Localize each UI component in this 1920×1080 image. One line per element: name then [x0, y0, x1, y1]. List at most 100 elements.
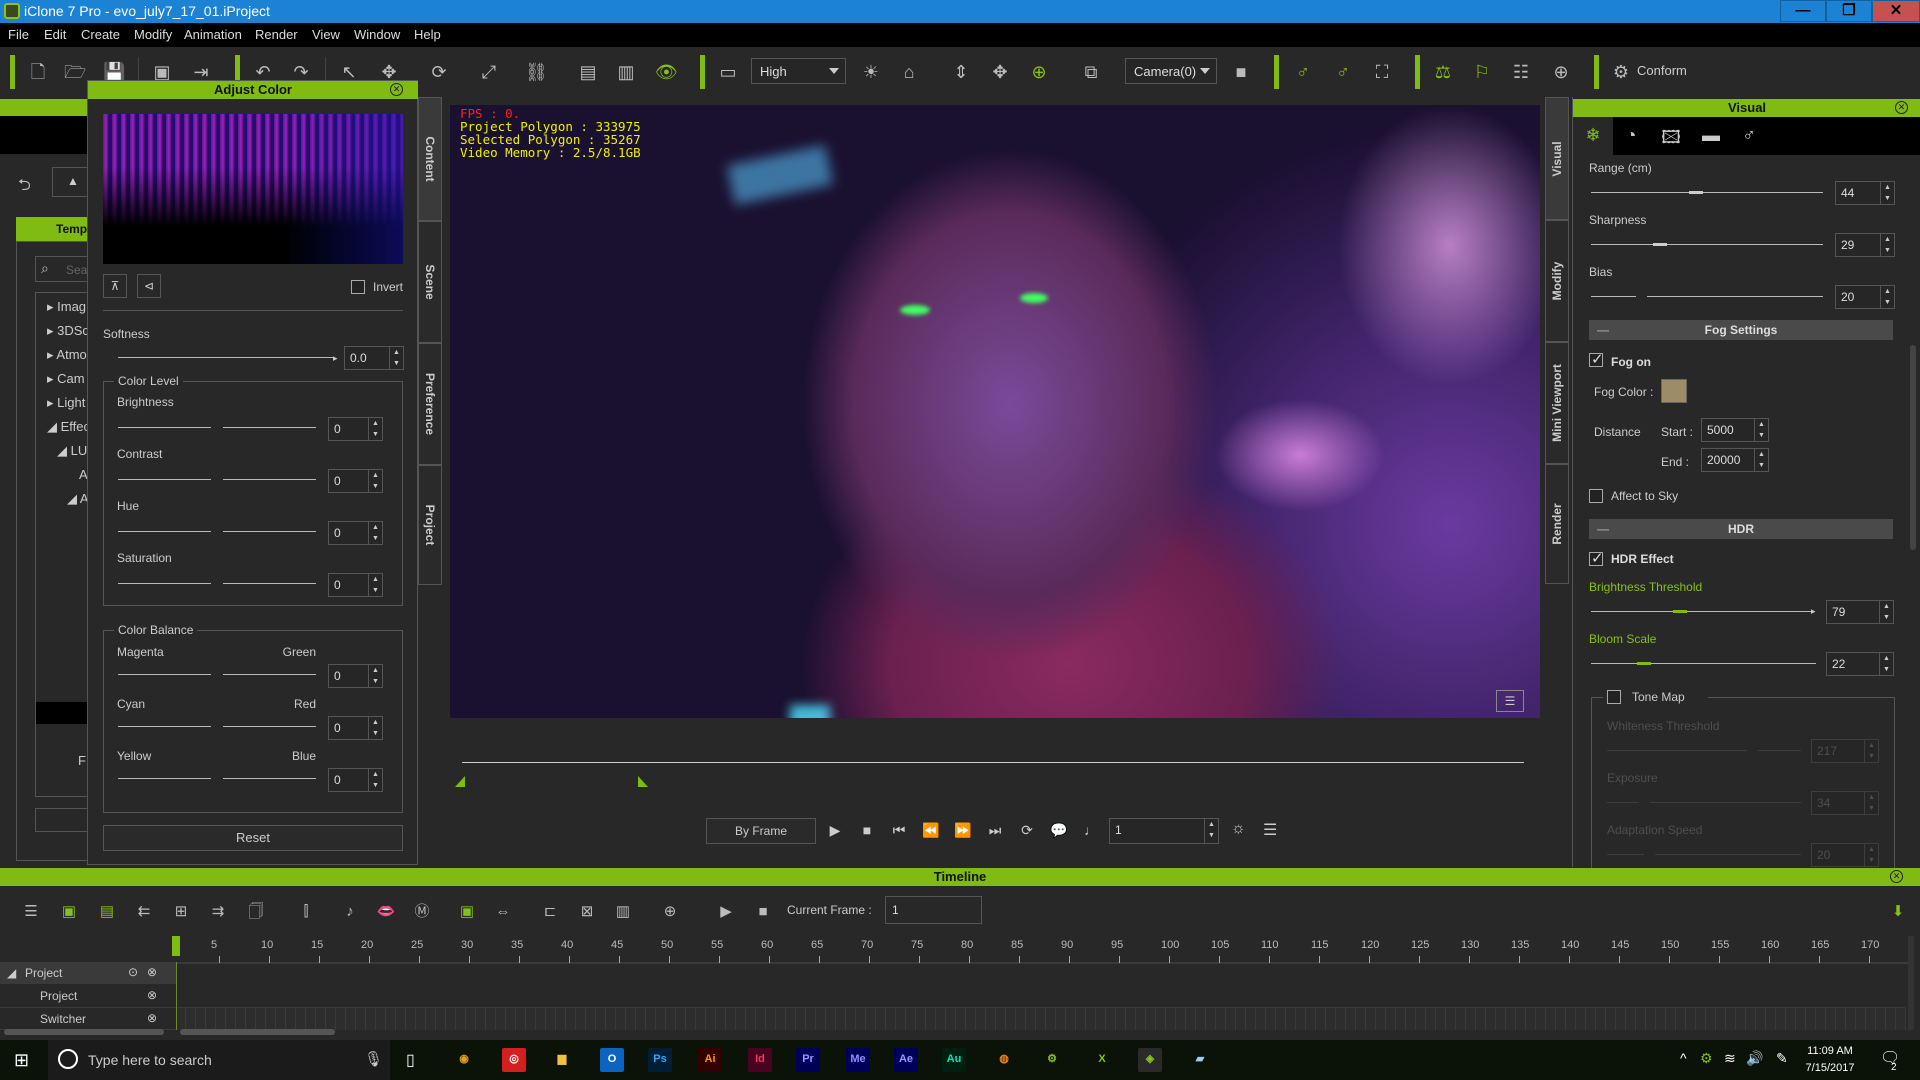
softness-slider[interactable] — [118, 357, 333, 358]
playhead-marker[interactable] — [172, 936, 180, 956]
level-slider-right[interactable] — [223, 427, 316, 428]
spin-arrows-icon[interactable]: ▲ ▼ — [1880, 234, 1894, 256]
template-tab[interactable]: Temp — [16, 217, 96, 241]
level-slider-left[interactable] — [118, 531, 211, 532]
task-view-icon[interactable]: ▯ — [406, 1050, 415, 1070]
home-icon[interactable]: ⌂ — [898, 61, 920, 83]
link-icon[interactable]: ⛓ — [525, 61, 548, 83]
tab-scene[interactable]: Scene — [418, 221, 442, 343]
audio-note-icon[interactable]: ♩ — [1081, 822, 1101, 838]
taskbar-app-file-explorer-icon[interactable]: ▆ — [550, 1048, 574, 1072]
hdr-effect-checkbox[interactable] — [1589, 549, 1604, 567]
menu-render[interactable]: Render — [255, 27, 298, 42]
taskbar-app-audition-icon[interactable]: Au — [942, 1048, 966, 1072]
taskbar-app-indesign-icon[interactable]: Id — [748, 1048, 772, 1072]
range-expand-icon[interactable]: ⇔ — [493, 902, 513, 922]
taskbar-app-app-cube-icon[interactable]: ▰ — [1188, 1048, 1212, 1072]
fog-start-spinbox[interactable]: 5000 ▲ ▼ — [1701, 418, 1769, 442]
stop-icon[interactable]: ■ — [857, 822, 877, 838]
spin-arrows-icon[interactable]: ▲ ▼ — [368, 717, 382, 739]
open-folder-icon[interactable]: 🗁 — [64, 61, 86, 83]
tree-item-camera[interactable]: ▸ Cam — [47, 371, 85, 387]
frame-spinbox[interactable]: 1 ▲ ▼ — [1109, 818, 1219, 844]
minimize-button[interactable]: — — [1780, 0, 1826, 22]
tab-layer-icon[interactable]: ▬ — [1697, 125, 1725, 147]
level-slider-right[interactable] — [223, 531, 316, 532]
bias-slider-right[interactable] — [1647, 296, 1823, 297]
panel-toggle-icon[interactable]: ☰ — [1263, 820, 1277, 840]
clip-icon[interactable]: ▤ — [97, 902, 117, 922]
sharpness-slider[interactable] — [1591, 243, 1823, 246]
range-end-marker[interactable] — [638, 776, 648, 787]
clock-date[interactable]: 7/15/2017 — [1800, 1062, 1860, 1074]
wireframe-cube-icon[interactable]: ⧉ — [1080, 61, 1102, 83]
spin-arrows-icon[interactable]: ▲ ▼ — [1204, 819, 1218, 843]
timeline-dock-icon[interactable]: ⬇ — [1888, 902, 1908, 922]
fog-settings-section[interactable]: — Fog Settings — [1589, 320, 1893, 340]
footer-field[interactable] — [35, 808, 95, 832]
tab-image-icon[interactable]: 🖾 — [1657, 125, 1685, 147]
back-icon[interactable]: ⮌ — [18, 174, 31, 201]
menu-create[interactable]: Create — [81, 27, 120, 42]
level-spinbox[interactable]: 0 ▲ ▼ — [328, 573, 383, 597]
tree-item-light[interactable]: ▸ Light — [47, 395, 85, 411]
taskbar-app-character-creator-icon[interactable]: ⚙ — [1040, 1048, 1064, 1072]
taskbar-app-photoshop-icon[interactable]: Ps — [648, 1048, 672, 1072]
balance-slider-left[interactable] — [118, 726, 211, 727]
visibility-eye-icon[interactable]: 👁 — [655, 61, 678, 83]
tab-modify[interactable]: Modify — [1545, 220, 1569, 342]
fit-vertical-icon[interactable]: ⇕ — [950, 61, 972, 83]
spin-arrows-icon[interactable]: ▲ ▼ — [1880, 286, 1894, 308]
template-button[interactable]: ▲ — [52, 167, 92, 197]
taskbar-app-3dxchange-icon[interactable]: X — [1090, 1048, 1114, 1072]
spin-arrows-icon[interactable]: ▲ ▼ — [1754, 449, 1768, 471]
microphone-icon[interactable]: 🎙 — [364, 1050, 383, 1068]
level-spinbox[interactable]: 0 ▲ ▼ — [328, 469, 383, 493]
current-frame-input[interactable]: 1 — [885, 896, 982, 924]
fog-color-swatch[interactable] — [1661, 379, 1687, 403]
delete-frames-icon[interactable]: ⊠ — [577, 902, 597, 922]
loop-icon[interactable]: ⟳ — [1017, 822, 1037, 839]
pan-icon[interactable]: ✥ — [989, 61, 1011, 83]
windows-start-icon[interactable]: ⊞ — [14, 1050, 29, 1071]
spin-arrows-icon[interactable]: ▲ ▼ — [368, 418, 382, 440]
taskbar-app-chrome-icon[interactable]: ◉ — [452, 1048, 476, 1072]
quality-dropdown[interactable]: High — [751, 58, 846, 84]
track-list-scrollbar[interactable] — [4, 1029, 164, 1035]
tab-prop-icon[interactable]: ♂ — [1735, 125, 1763, 147]
tab-content[interactable]: Content — [418, 97, 442, 221]
track-row-project-group[interactable]: ◢ Project ⊙ ⊗ — [0, 962, 176, 984]
add-prop-icon[interactable]: ♂ — [1292, 61, 1314, 83]
conform-icon[interactable]: ⚙ — [1610, 61, 1632, 83]
tray-app-icon[interactable]: ⚙ — [1700, 1050, 1713, 1067]
zoom-icon[interactable]: ⊕ — [660, 902, 680, 922]
remove-track-icon[interactable]: ⊗ — [147, 988, 157, 1002]
split-icon[interactable]: ⫿ — [296, 902, 316, 922]
spin-arrows-icon[interactable]: ▲ ▼ — [368, 574, 382, 596]
spin-arrows-icon[interactable]: ▲ ▼ — [1880, 182, 1894, 204]
spin-arrows-icon[interactable]: ▲ ▼ — [389, 347, 403, 369]
close-button[interactable]: ✕ — [1872, 0, 1920, 22]
switcher-track-frames[interactable] — [176, 1008, 1906, 1030]
level-slider-right[interactable] — [223, 583, 316, 584]
timeline-stop-icon[interactable]: ■ — [753, 902, 773, 922]
pen-icon[interactable]: ✎ — [1776, 1050, 1788, 1067]
level-slider-left[interactable] — [118, 427, 211, 428]
tab-effects-snowflake-icon[interactable]: ❄ — [1579, 125, 1607, 147]
prop-visibility-icon[interactable]: ♂ — [1332, 61, 1354, 83]
fast-forward-icon[interactable]: ⏩ — [953, 822, 973, 839]
range-start-marker[interactable] — [455, 776, 465, 787]
taskbar-app-after-effects-icon[interactable]: Ae — [894, 1048, 918, 1072]
taskbar-app-outlook-icon[interactable]: O — [600, 1048, 624, 1072]
spin-arrows-icon[interactable]: ▲ ▼ — [368, 522, 382, 544]
spring-icon[interactable]: ⊕ — [1550, 61, 1572, 83]
align-to-icon[interactable]: ▥ — [615, 61, 637, 83]
insert-left-icon[interactable]: ⇇ — [134, 902, 154, 922]
tab-preference[interactable]: Preference — [418, 343, 442, 465]
tray-expand-icon[interactable]: ^ — [1680, 1050, 1687, 1066]
tone-map-checkbox[interactable] — [1607, 690, 1621, 704]
insert-frames-icon[interactable]: ⊏ — [540, 902, 560, 922]
timeline-vertical-scrollbar[interactable] — [1908, 936, 1914, 1030]
insert-plus-icon[interactable]: ⊞ — [171, 902, 191, 922]
lips-icon[interactable]: 👄 — [376, 902, 396, 922]
